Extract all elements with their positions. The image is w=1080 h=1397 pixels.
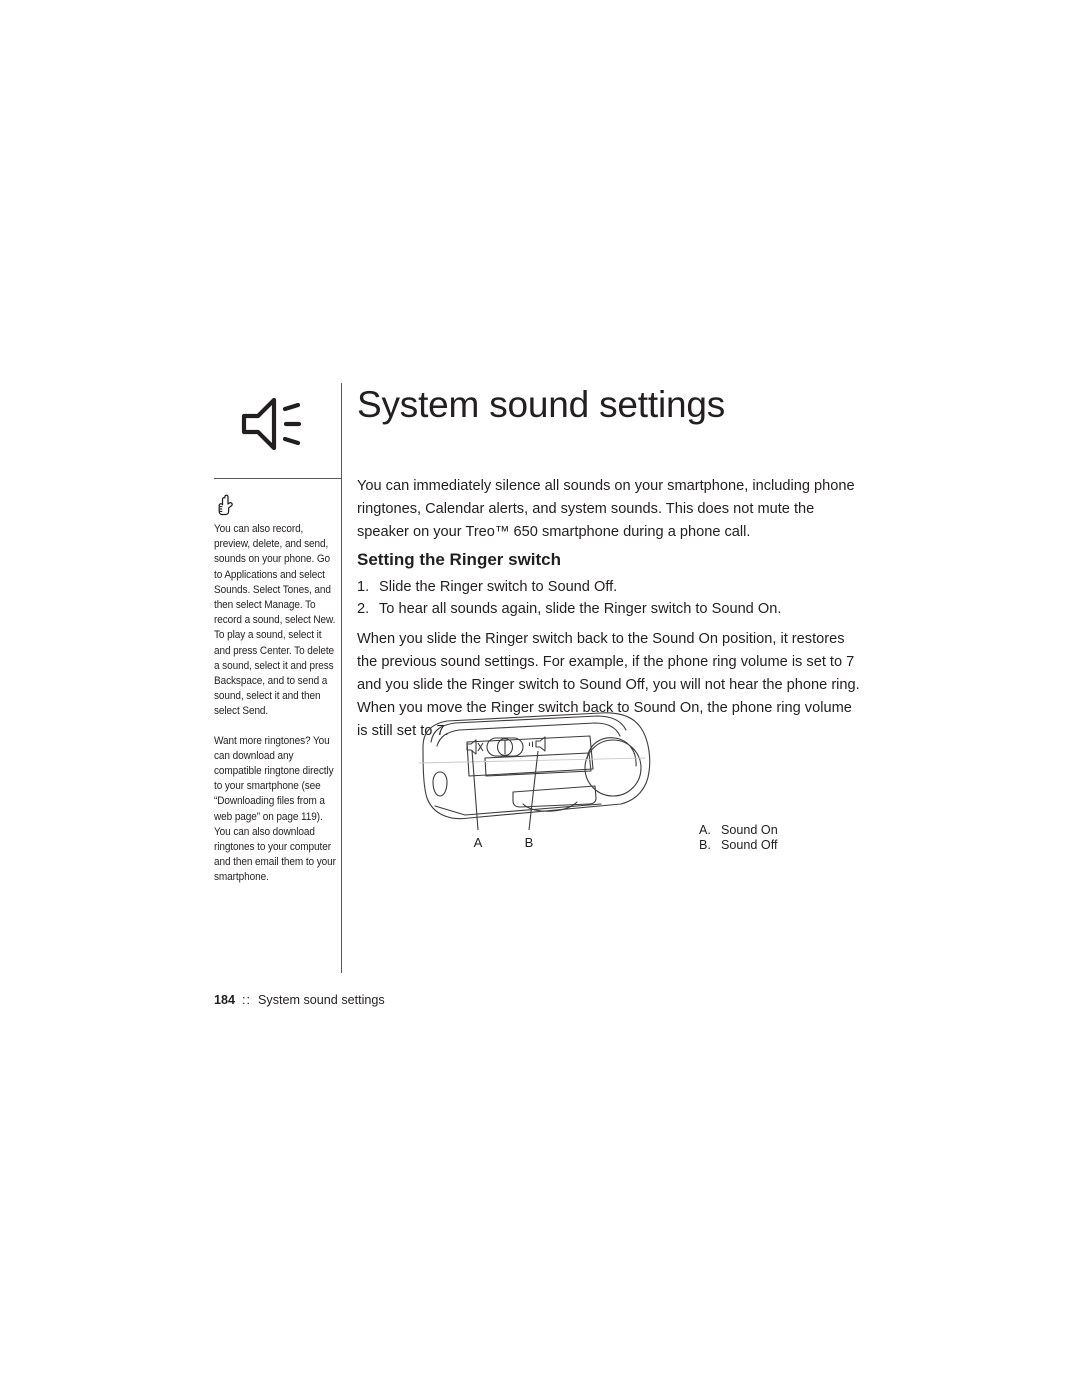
figure-legend: A. Sound On B. Sound Off: [699, 823, 778, 852]
sidebar-vertical-rule: [341, 383, 342, 973]
step-number: 2.: [357, 600, 370, 617]
main-content: System sound settings You can immediatel…: [357, 383, 865, 739]
figure-callout-a: A: [474, 835, 483, 850]
footer-page-number: 184: [214, 993, 236, 1007]
device-illustration: A B: [405, 706, 680, 851]
step-text: To hear all sounds again, slide the Ring…: [379, 600, 782, 617]
steps-list: 1. Slide the Ringer switch to Sound Off.…: [357, 577, 865, 620]
step-text: Slide the Ringer switch to Sound Off.: [379, 579, 618, 595]
sidebar-tip-block: You can also record, preview, delete, an…: [214, 492, 338, 900]
footer-separator: ::: [242, 993, 252, 1007]
list-item: 2. To hear all sounds again, slide the R…: [357, 599, 865, 621]
intro-paragraph: You can immediately silence all sounds o…: [357, 478, 855, 540]
legend-row-a: A. Sound On: [699, 823, 778, 838]
figure-callout-b: B: [525, 835, 534, 850]
document-page: You can also record, preview, delete, an…: [0, 0, 1080, 1397]
legend-key: A.: [699, 823, 711, 837]
page-title: System sound settings: [357, 384, 726, 425]
ringer-switch-figure: A B A. Sound On B. Sound Off: [405, 706, 825, 866]
sidebar-horizontal-rule: [214, 478, 342, 479]
legend-key: B.: [699, 837, 711, 852]
page-footer: 184:: System sound settings: [214, 993, 385, 1007]
list-item: 1. Slide the Ringer switch to Sound Off.: [357, 577, 865, 599]
legend-row-b: B. Sound Off: [699, 838, 778, 853]
legend-label: Sound Off: [721, 837, 778, 852]
legend-label: Sound On: [721, 823, 778, 837]
footer-section-title: System sound settings: [258, 993, 385, 1007]
step-number: 1.: [357, 579, 370, 595]
sidebar-tip-paragraph-2: Want more ringtones? You can download an…: [214, 734, 336, 884]
sidebar-tip-paragraph-1: You can also record, preview, delete, an…: [214, 523, 336, 718]
section-heading: Setting the Ringer switch: [357, 550, 562, 569]
pointing-hand-icon: [214, 492, 240, 518]
speaker-sound-icon: [236, 393, 306, 455]
